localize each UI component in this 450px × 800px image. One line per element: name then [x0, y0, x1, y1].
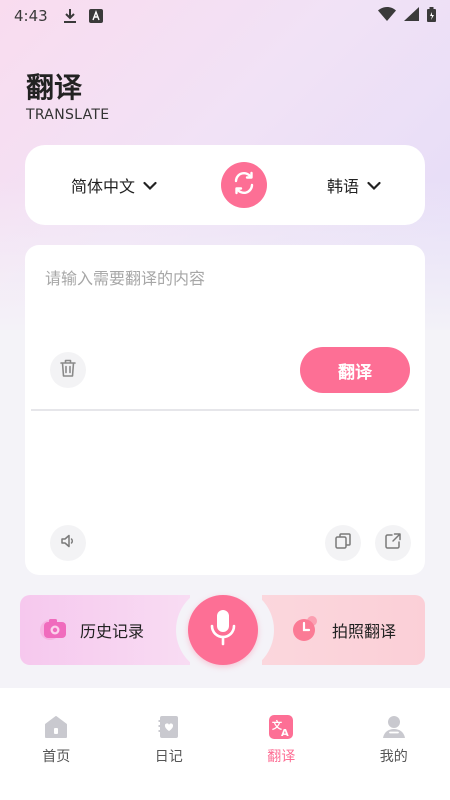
profile-icon	[381, 714, 407, 740]
svg-text:A: A	[281, 728, 289, 739]
voice-input-button[interactable]	[188, 595, 258, 665]
target-language-select[interactable]: 韩语	[327, 173, 381, 197]
wifi-icon	[378, 7, 396, 25]
speak-button[interactable]	[50, 525, 86, 561]
share-button[interactable]	[375, 525, 411, 561]
signal-icon	[404, 7, 419, 25]
tab-translate[interactable]: 文A 翻译	[241, 714, 321, 800]
clear-button[interactable]	[50, 352, 86, 388]
photo-translate-label: 拍照翻译	[332, 622, 397, 641]
swap-languages-button[interactable]	[221, 162, 267, 208]
history-button[interactable]: 历史记录	[20, 595, 190, 665]
battery-icon	[427, 6, 436, 26]
download-icon	[62, 8, 78, 24]
speaker-icon	[59, 532, 77, 554]
bottom-tab-bar: 首页 日记 文A 翻译 我的	[0, 688, 450, 800]
status-bar: 4:43	[0, 0, 450, 32]
tab-profile[interactable]: 我的	[354, 714, 434, 800]
font-a-icon	[88, 8, 104, 24]
camera-icon	[38, 613, 70, 647]
copy-button[interactable]	[325, 525, 361, 561]
home-icon	[43, 714, 69, 740]
chevron-down-icon	[367, 176, 381, 195]
chevron-down-icon	[143, 176, 157, 195]
share-icon	[384, 532, 402, 554]
divider	[31, 409, 419, 411]
diary-icon	[156, 714, 182, 740]
tab-home-label: 首页	[42, 749, 71, 765]
tab-diary[interactable]: 日记	[129, 714, 209, 800]
tab-home[interactable]: 首页	[16, 714, 96, 800]
translate-button[interactable]: 翻译	[300, 347, 410, 393]
tab-diary-label: 日记	[154, 749, 183, 765]
translate-icon: 文A	[268, 714, 294, 740]
source-text-input[interactable]	[45, 265, 405, 355]
tab-profile-label: 我的	[379, 749, 408, 765]
translation-card: 翻译	[25, 245, 425, 575]
language-selector-card: 简体中文 韩语	[25, 145, 425, 225]
history-label: 历史记录	[80, 622, 145, 641]
status-time: 4:43	[14, 7, 48, 25]
tab-translate-label: 翻译	[267, 749, 296, 765]
page-title: 翻译	[26, 71, 83, 104]
trash-icon	[59, 358, 77, 382]
clock-icon	[290, 613, 322, 647]
page-subtitle: TRANSLATE	[26, 107, 110, 123]
source-language-select[interactable]: 简体中文	[71, 173, 157, 197]
swap-icon	[230, 169, 258, 201]
microphone-icon	[208, 608, 238, 652]
source-language-label: 简体中文	[71, 177, 136, 196]
target-language-label: 韩语	[326, 177, 359, 196]
translation-output	[45, 427, 405, 517]
photo-translate-button[interactable]: 拍照翻译	[262, 595, 425, 665]
copy-icon	[334, 532, 352, 554]
